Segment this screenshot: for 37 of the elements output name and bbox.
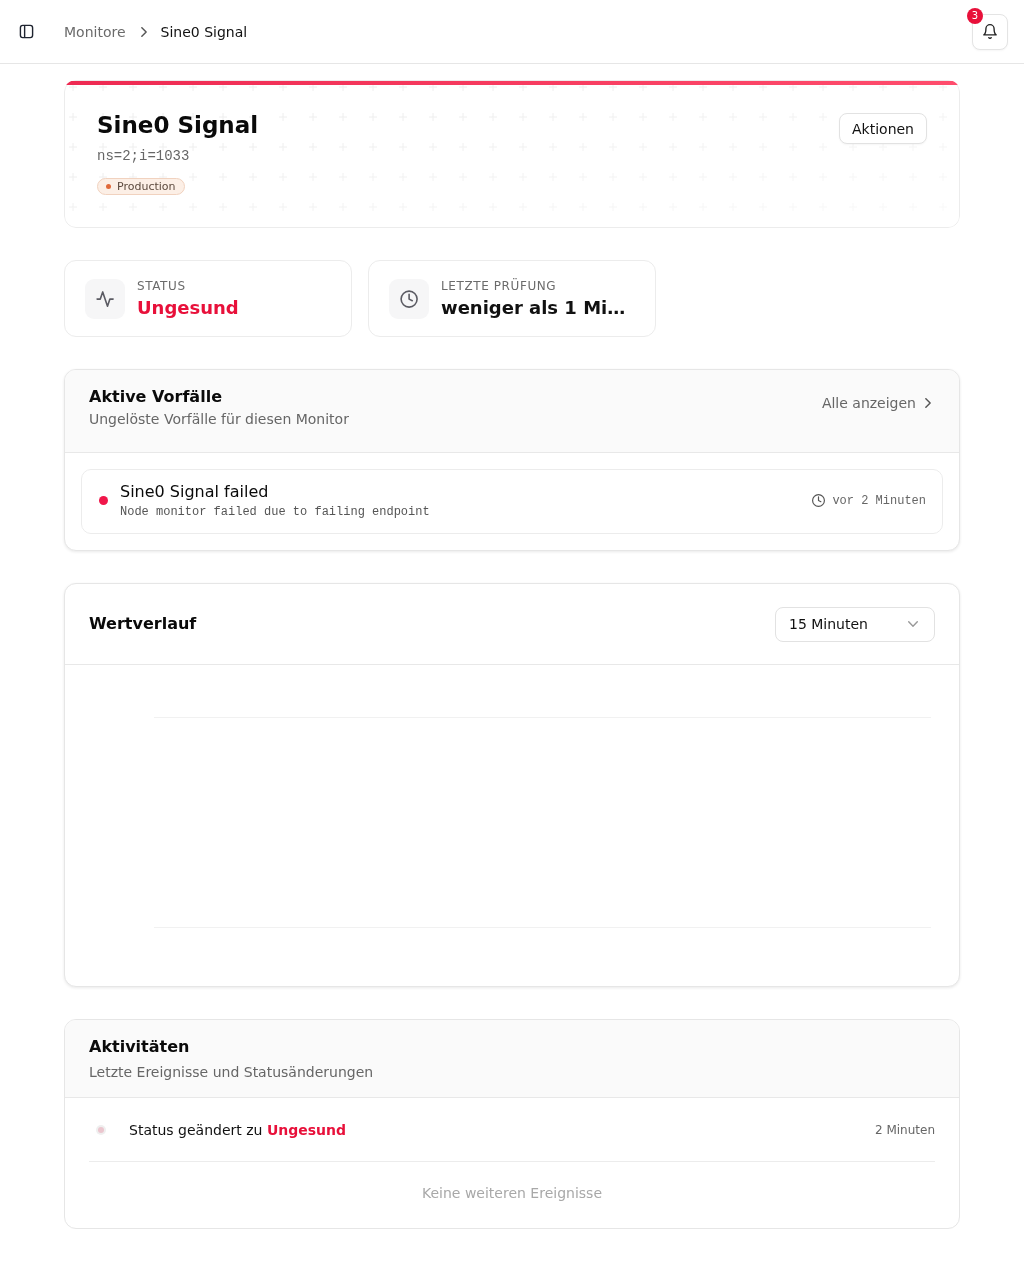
pulse-icon xyxy=(85,278,125,319)
view-all-link[interactable]: Alle anzeigen xyxy=(821,393,931,413)
status-dot-icon xyxy=(96,1124,106,1135)
notification-count: 3 xyxy=(967,7,983,24)
chevron-down-icon xyxy=(908,621,918,627)
card-subtitle: Ungelöste Vorfälle für diesen Monitor xyxy=(89,410,349,429)
card-subtitle: Letzte Ereignisse und Statusänderungen xyxy=(89,1063,374,1082)
stat-value: Ungesund xyxy=(137,297,239,319)
card-title: Wertverlauf xyxy=(89,613,197,635)
notifications-button[interactable] xyxy=(972,13,1008,50)
chevron-right-icon xyxy=(140,26,147,37)
monitor-title: Sine0 Signal xyxy=(97,111,259,139)
card-title: Aktivitäten xyxy=(89,1036,191,1058)
breadcrumb-link[interactable]: Monitore xyxy=(64,21,126,42)
node-id: ns=2;i=1033 xyxy=(97,147,190,165)
chevron-right-icon xyxy=(925,398,931,408)
breadcrumb-current: Sine0 Signal xyxy=(160,22,248,42)
tag-label: Production xyxy=(117,180,176,193)
status-dot-icon xyxy=(99,496,108,505)
tag-dot-icon xyxy=(106,184,111,189)
incident-title: Sine0 Signal failed xyxy=(120,481,270,503)
stat-value: weniger als 1 Mi… xyxy=(441,297,626,319)
stat-label: LETZTE PRÜFUNG xyxy=(441,278,558,294)
empty-state-text: Keine weiteren Ereignisse xyxy=(422,1185,602,1201)
stat-label: STATUS xyxy=(137,278,187,294)
activity-text: Status geändert zu Ungesund xyxy=(129,1120,348,1140)
incident-time: vor 2 Minuten xyxy=(832,493,926,508)
incident-description: Node monitor failed due to failing endpoint xyxy=(120,504,431,520)
activity-time: 2 Minuten xyxy=(874,1122,935,1137)
incident-item[interactable]: Sine0 Signal failed Node monitor failed due to failing endpoint vor 2 Minuten xyxy=(81,469,943,534)
actions-button[interactable]: Aktionen xyxy=(839,113,927,144)
clock-icon xyxy=(389,278,429,319)
bell-icon xyxy=(983,24,997,39)
sidebar-toggle-icon[interactable] xyxy=(19,24,34,39)
card-title: Aktive Vorfälle xyxy=(89,386,223,408)
time-range-select[interactable]: 15 Minuten xyxy=(775,606,935,642)
clock-icon xyxy=(812,494,826,507)
